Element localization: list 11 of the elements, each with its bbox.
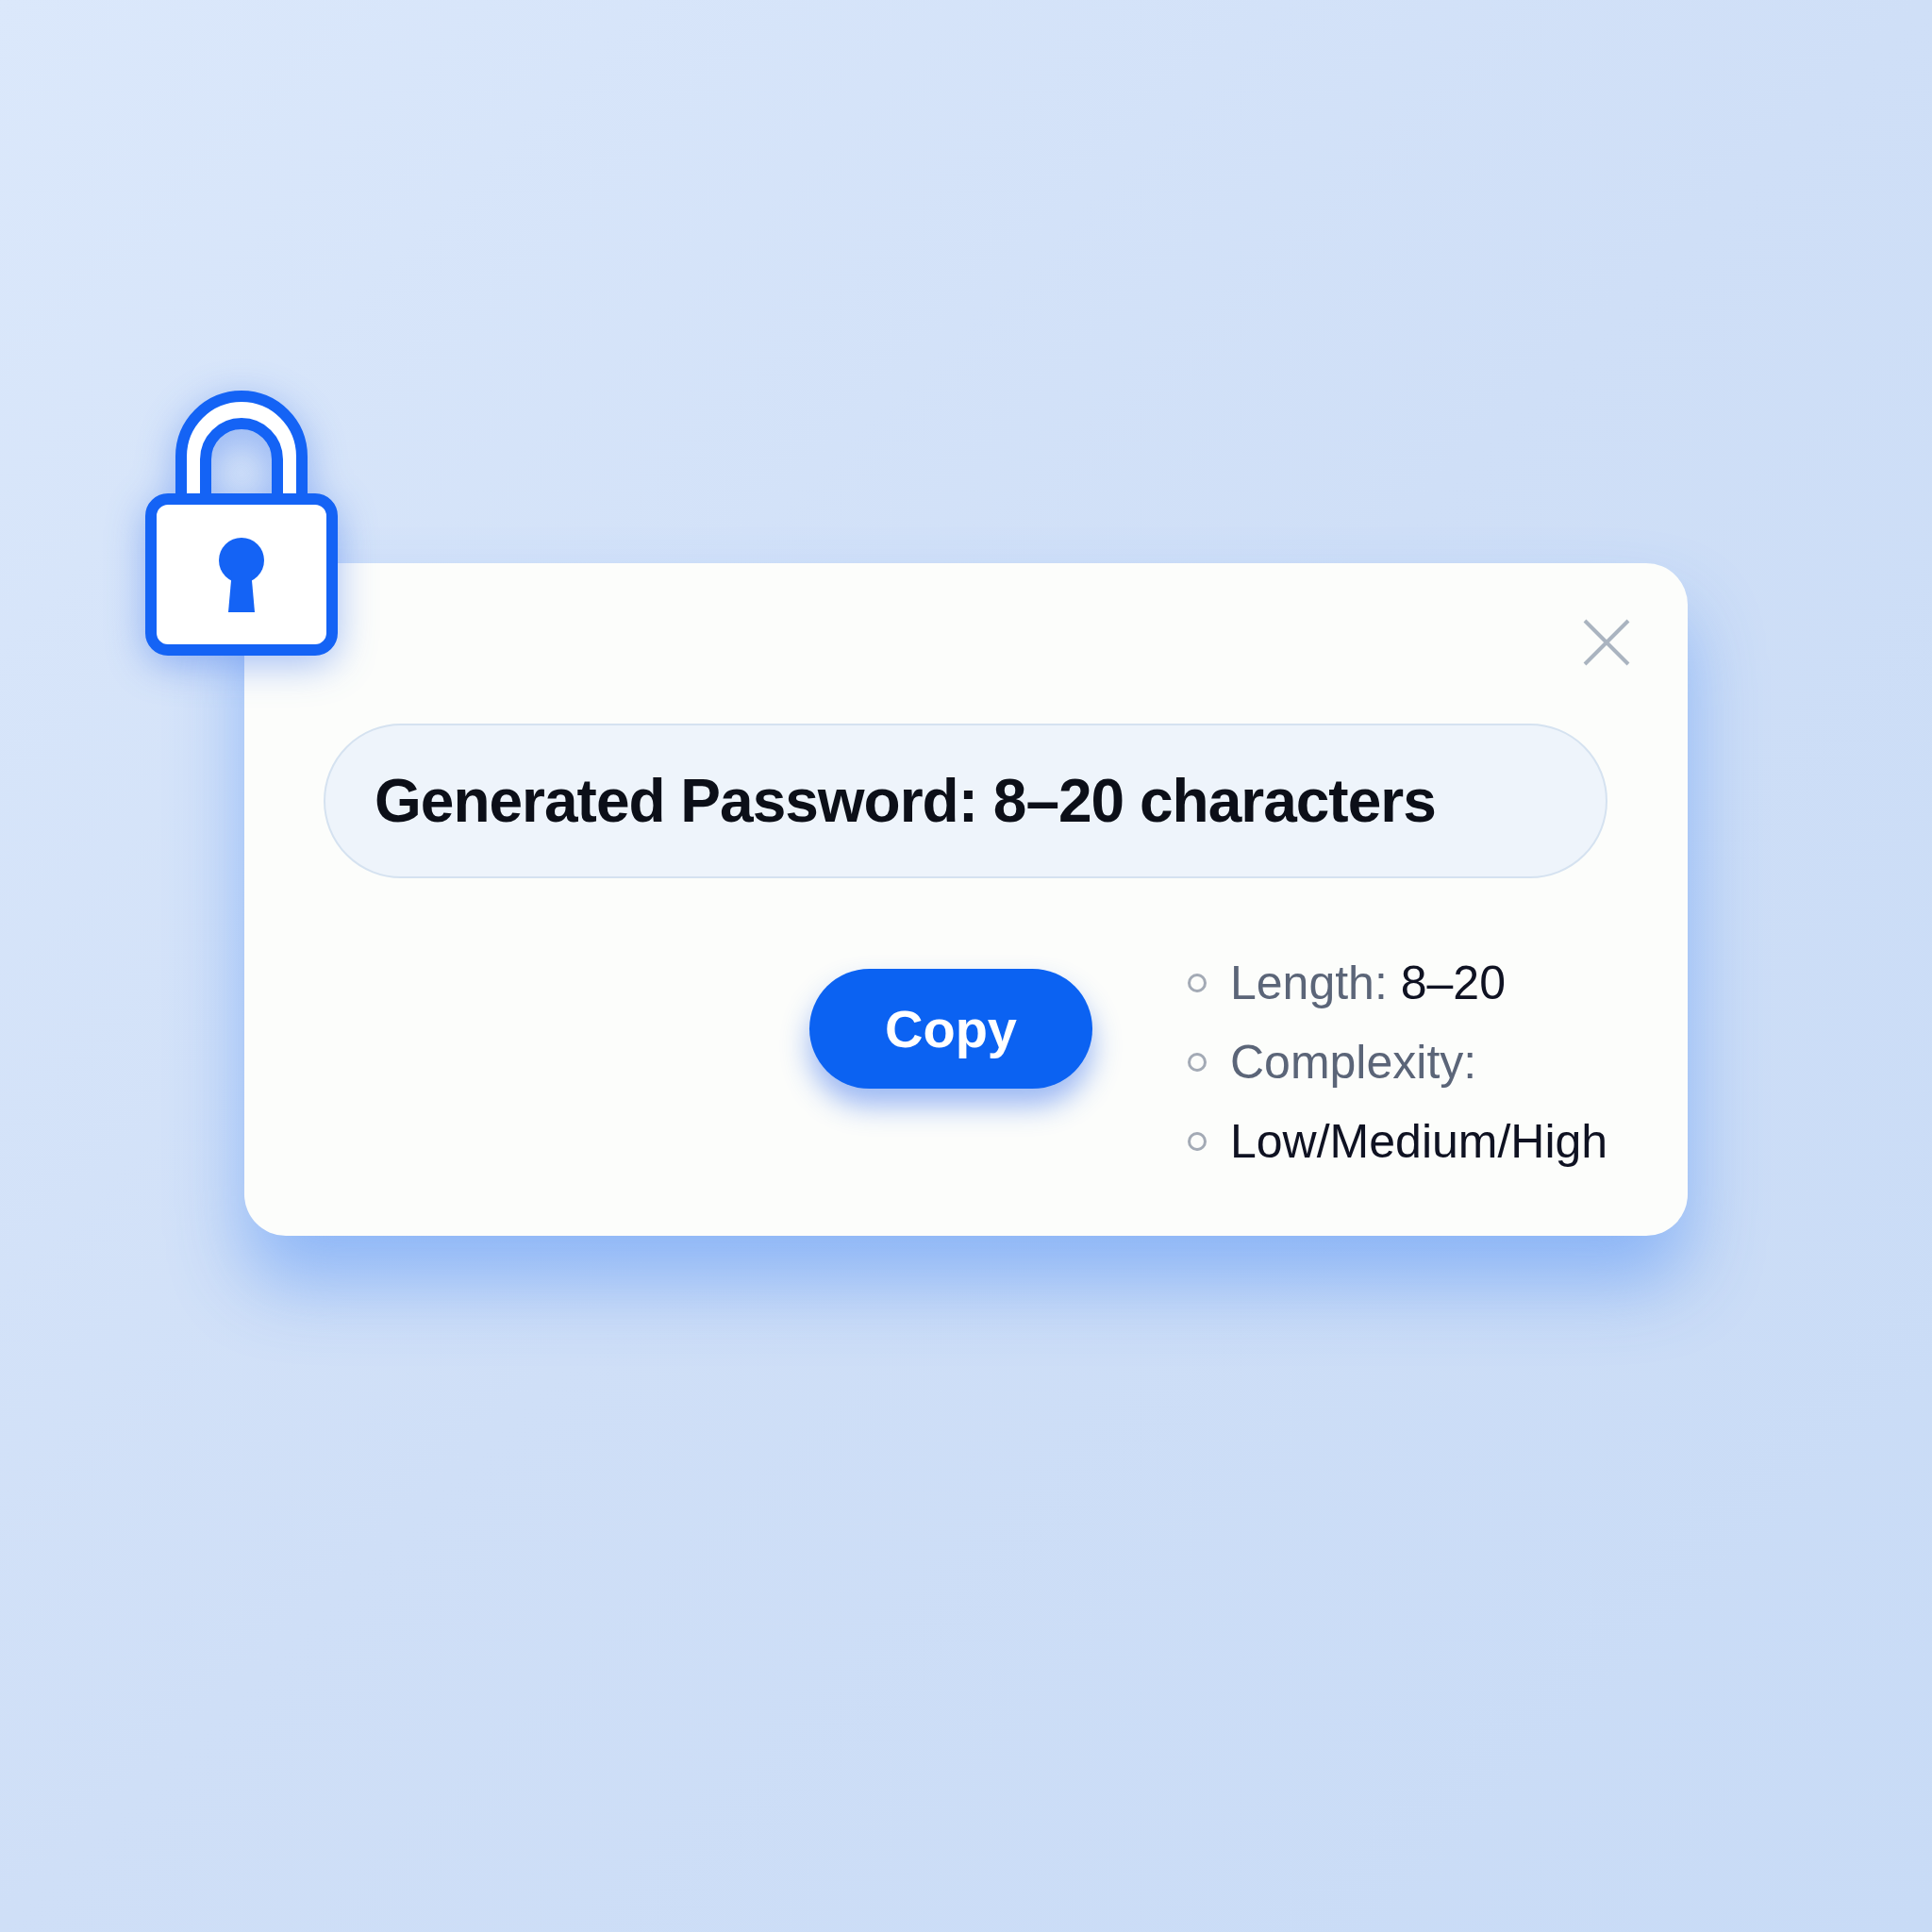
copy-button[interactable]: Copy (809, 969, 1092, 1089)
close-button[interactable] (1582, 618, 1631, 667)
option-text: Complexity: (1230, 1034, 1477, 1091)
close-icon (1583, 619, 1630, 666)
bullet-icon (1187, 1052, 1208, 1073)
option-text: Length: 8–20 (1230, 955, 1506, 1011)
password-text: Generated Password: 8–20 characters (375, 766, 1436, 837)
bullet-icon (1187, 973, 1208, 993)
bullet-icon (1187, 1131, 1208, 1152)
option-text: Low/Medium/High (1230, 1113, 1608, 1170)
password-field[interactable]: Generated Password: 8–20 characters (324, 724, 1607, 878)
